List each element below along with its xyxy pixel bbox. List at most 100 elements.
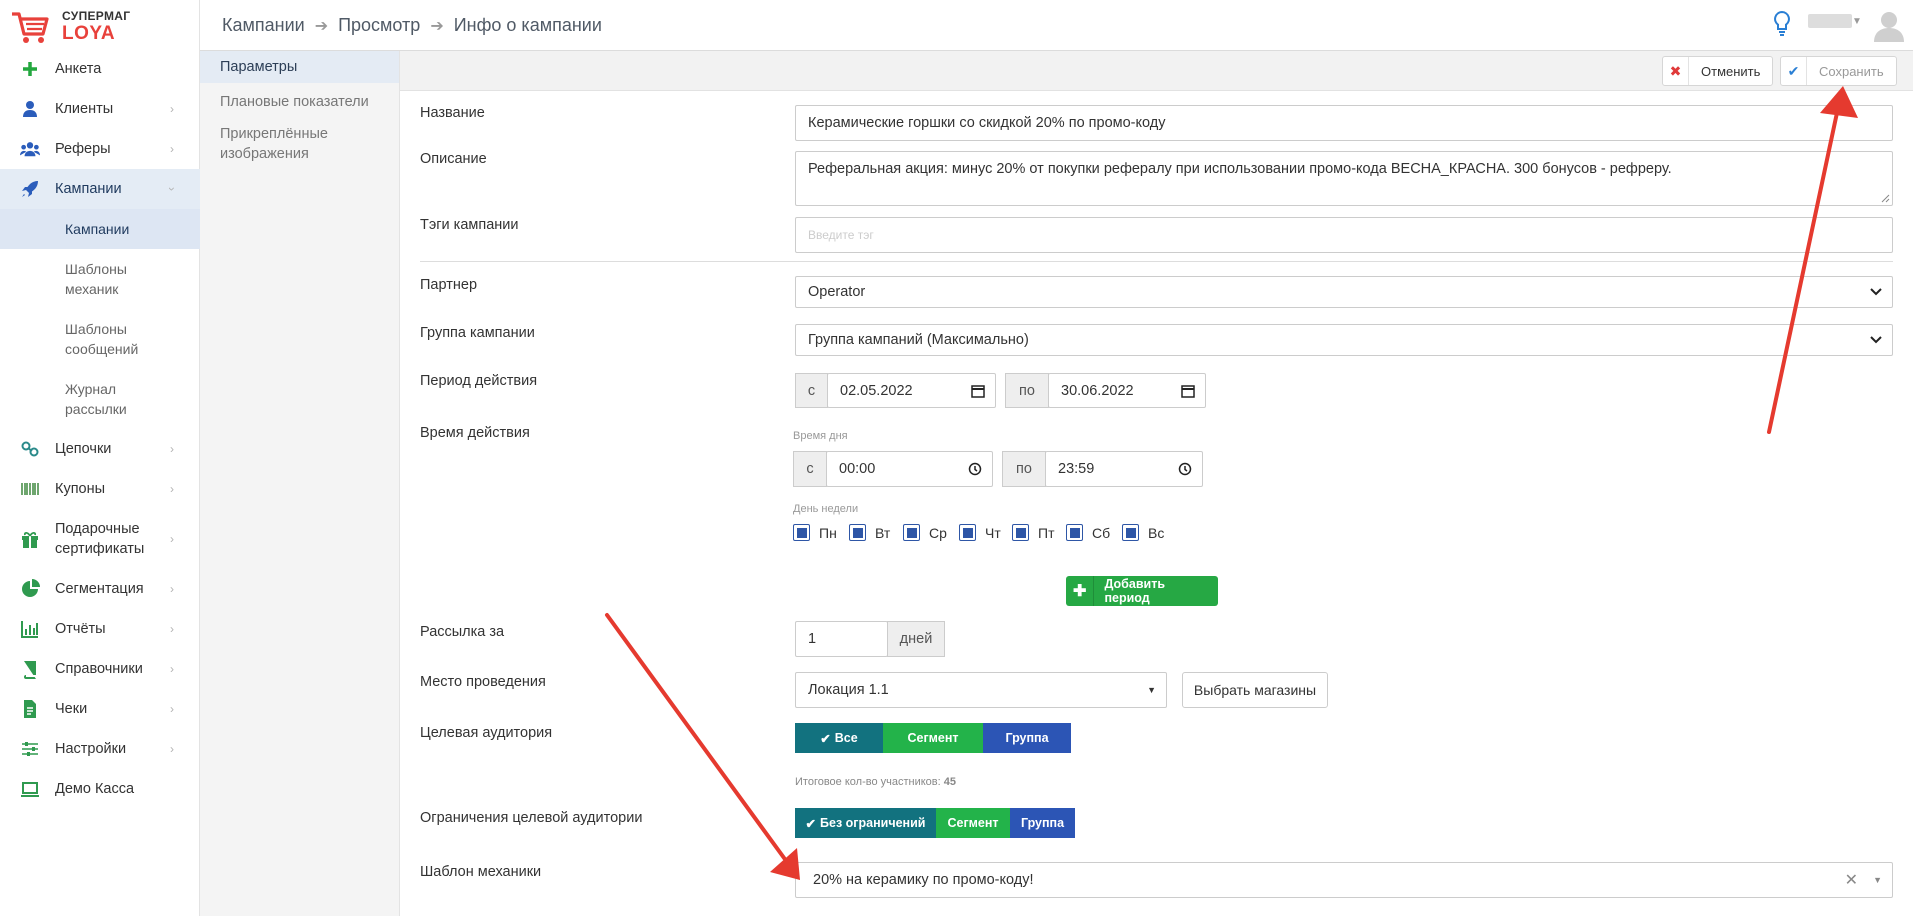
mechanic-value: 20% на керамику по промо-коду!: [813, 872, 1034, 888]
clock-icon[interactable]: [968, 462, 982, 476]
audience-option-all[interactable]: ✔ Все: [795, 723, 883, 753]
description-label: Описание: [420, 151, 487, 167]
mechanic-label: Шаблон механики: [420, 864, 542, 880]
day-checkbox-mon[interactable]: Пн: [793, 524, 837, 541]
description-text: Реферальная акция: минус 20% от покупки …: [808, 161, 1672, 177]
choose-stores-button[interactable]: Выбрать магазины: [1182, 672, 1328, 708]
day-checkbox-tue[interactable]: Вт: [849, 524, 890, 541]
sidebar-subitem-mechanic-templates[interactable]: Шаблоны механик: [0, 249, 200, 309]
group-select[interactable]: Группа кампаний (Максимально): [795, 324, 1893, 356]
sidebar-item-label: Кампании: [55, 181, 122, 197]
chevron-down-icon: [1870, 336, 1882, 344]
day-label: Чт: [985, 524, 1001, 541]
name-label: Название: [420, 105, 485, 121]
sidebar-item-referrers[interactable]: Реферы ›: [0, 129, 200, 169]
campaign-form: Название Керамические горшки со скидкой …: [400, 91, 1913, 916]
sidebar-item-label: Демо Касса: [55, 781, 135, 797]
check-icon: ✔: [820, 731, 831, 746]
sidebar-item-segmentation[interactable]: Сегментация ›: [0, 569, 200, 609]
time-from-value: 00:00: [839, 461, 876, 477]
day-checkbox-sat[interactable]: Сб: [1066, 524, 1110, 541]
day-checkbox-sun[interactable]: Вс: [1122, 524, 1164, 541]
chevron-right-icon: ›: [170, 532, 174, 546]
clock-icon[interactable]: [1178, 462, 1192, 476]
restrict-option-none[interactable]: ✔ Без ограничений: [795, 808, 936, 838]
resize-handle-icon[interactable]: [1880, 193, 1890, 203]
mechanic-select[interactable]: 20% на керамику по промо-коду! ✕ ▼: [795, 862, 1893, 898]
chevron-right-icon: ›: [170, 582, 174, 596]
audience-option-segment[interactable]: Сегмент: [883, 723, 983, 753]
logo[interactable]: СУПЕРМАГ LOYA: [10, 4, 130, 49]
sidebar-item-directories[interactable]: Справочники ›: [0, 649, 200, 689]
breadcrumb-item[interactable]: Просмотр: [338, 15, 420, 36]
day-checkbox-wed[interactable]: Ср: [903, 524, 947, 541]
day-checkbox-fri[interactable]: Пт: [1012, 524, 1054, 541]
partner-value: Operator: [808, 284, 866, 300]
sidebar-item-label: Клиенты: [55, 101, 114, 117]
restrict-option-segment[interactable]: Сегмент: [936, 808, 1010, 838]
calendar-icon[interactable]: [1181, 384, 1195, 398]
add-period-button[interactable]: ✚ Добавить период: [1066, 576, 1218, 606]
sidebar-item-receipts[interactable]: Чеки ›: [0, 689, 200, 729]
sidebar-item-clients[interactable]: Клиенты ›: [0, 89, 200, 129]
time-from-prefix: с: [793, 451, 827, 487]
sidebar-item-demo-pos[interactable]: Демо Касса: [0, 769, 200, 809]
pie-icon: [22, 579, 40, 597]
day-checkbox-thu[interactable]: Чт: [959, 524, 1001, 541]
audience-option-group[interactable]: Группа: [983, 723, 1071, 753]
sidebar-subitem-message-templates[interactable]: Шаблоны сообщений: [0, 309, 200, 369]
sidebar-subitem-mailing-log[interactable]: Журнал рассылки: [0, 369, 200, 429]
place-label: Место проведения: [420, 674, 546, 690]
tags-input[interactable]: Введите тэг: [795, 217, 1893, 253]
sidebar-item-settings[interactable]: Настройки ›: [0, 729, 200, 769]
divider: [420, 261, 1893, 262]
cancel-button[interactable]: ✖ Отменить: [1662, 56, 1774, 86]
time-from-input[interactable]: 00:00: [826, 451, 993, 487]
name-input[interactable]: Керамические горшки со скидкой 20% по пр…: [795, 105, 1893, 141]
save-label: Сохранить: [1819, 63, 1884, 79]
place-select[interactable]: Локация 1.1 ▼: [795, 672, 1167, 708]
lightbulb-icon[interactable]: [1772, 10, 1792, 38]
clear-icon[interactable]: ✕: [1845, 870, 1858, 890]
sidebar-item-gift-certificates[interactable]: Подарочные сертификаты ›: [0, 509, 200, 569]
avatar[interactable]: [1872, 8, 1906, 42]
caret-down-icon[interactable]: ▼: [1873, 875, 1882, 885]
mailing-days-input[interactable]: 1: [795, 621, 888, 657]
chevron-right-icon: ›: [170, 622, 174, 636]
sidebar-item-campaigns[interactable]: Кампании ›: [0, 169, 200, 209]
time-to-value: 23:59: [1058, 461, 1095, 477]
option-label: Сегмент: [907, 731, 959, 745]
save-button[interactable]: ✔ Сохранить: [1780, 56, 1897, 86]
weekday-label: День недели: [793, 503, 859, 515]
receipt-icon: [24, 700, 36, 718]
sidebar-item-anketa[interactable]: Анкета: [0, 49, 200, 89]
sidebar-item-label: Отчёты: [55, 621, 106, 637]
chevron-down-icon: ›: [165, 187, 179, 191]
checkbox-checked-icon: [1012, 524, 1029, 541]
tags-placeholder: Введите тэг: [808, 228, 874, 242]
user-name-redacted[interactable]: [1808, 14, 1852, 28]
calendar-icon[interactable]: [971, 384, 985, 398]
sidebar-item-chains[interactable]: Цепочки ›: [0, 429, 200, 469]
sidebar-subitem-campaigns[interactable]: Кампании: [0, 209, 200, 249]
subnav-item-parameters[interactable]: Параметры: [200, 51, 399, 83]
subnav-item-targets[interactable]: Плановые показатели: [200, 86, 399, 118]
restrict-option-group[interactable]: Группа: [1010, 808, 1075, 838]
subnav-item-attached-images[interactable]: Прикреплённые изображения: [200, 118, 350, 170]
period-to-date[interactable]: 30.06.2022: [1048, 373, 1206, 408]
sidebar-item-coupons[interactable]: Купоны ›: [0, 469, 200, 509]
sidebar-item-label: Подарочные сертификаты: [55, 521, 145, 557]
breadcrumb-item[interactable]: Кампании: [222, 15, 305, 36]
checkbox-checked-icon: [959, 524, 976, 541]
description-textarea[interactable]: Реферальная акция: минус 20% от покупки …: [795, 151, 1893, 206]
users-icon: [20, 142, 40, 157]
breadcrumb: Кампании ➔ Просмотр ➔ Инфо о кампании: [222, 15, 602, 36]
option-label: Группа: [1005, 731, 1049, 745]
sidebar-item-label: Цепочки: [55, 441, 112, 457]
sidebar-item-label: Настройки: [55, 741, 127, 757]
period-from-date[interactable]: 02.05.2022: [827, 373, 996, 408]
partner-select[interactable]: Operator: [795, 276, 1893, 308]
caret-down-icon[interactable]: ▼: [1852, 16, 1862, 27]
time-to-input[interactable]: 23:59: [1045, 451, 1203, 487]
sidebar-item-reports[interactable]: Отчёты ›: [0, 609, 200, 649]
